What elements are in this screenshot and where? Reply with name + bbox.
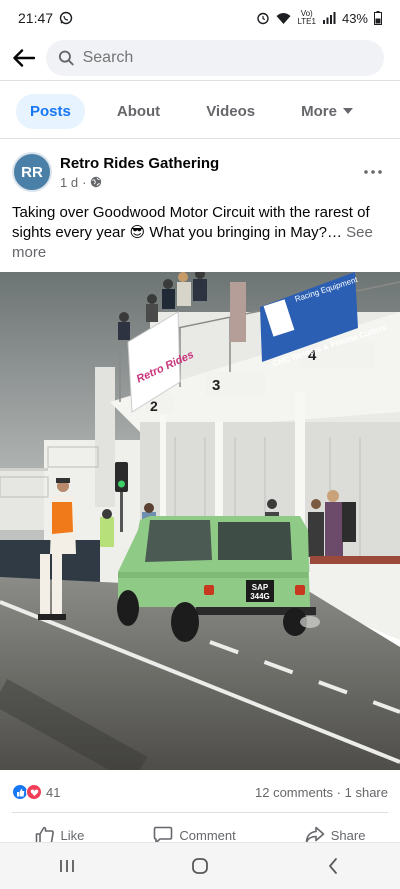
post-caption: Taking over Goodwood Motor Circuit with … xyxy=(12,203,388,263)
status-left: 21:47 xyxy=(18,10,73,26)
post-age[interactable]: 1 d xyxy=(60,175,78,190)
tab-posts[interactable]: Posts xyxy=(16,93,85,129)
post-header: RR Retro Rides Gathering 1 d · xyxy=(0,148,400,196)
avatar-text: RR xyxy=(21,163,43,181)
back-button[interactable] xyxy=(10,44,38,72)
system-nav-bar xyxy=(0,842,400,889)
photo-illustration: 2 3 4 Retro Rides Racing Equipment CNC W… xyxy=(0,272,400,770)
recent-apps-button[interactable] xyxy=(47,846,87,886)
status-time: 21:47 xyxy=(18,10,54,26)
top-bar xyxy=(0,36,400,80)
share-label: Share xyxy=(330,827,366,843)
network-label: Vo) LTE1 xyxy=(297,10,316,26)
post-meta: Retro Rides Gathering 1 d · xyxy=(60,155,358,190)
tab-about-label: About xyxy=(116,102,161,120)
recent-apps-icon xyxy=(59,860,74,872)
reaction-count: 41 xyxy=(46,784,61,800)
caption-text: Taking over Goodwood Motor Circuit with … xyxy=(12,204,370,241)
tab-posts-label: Posts xyxy=(30,102,71,120)
tab-videos[interactable]: Videos xyxy=(192,94,269,129)
status-right: Vo) LTE1 43% xyxy=(256,10,382,26)
post-options-button[interactable] xyxy=(358,157,388,187)
wifi-icon xyxy=(276,12,291,24)
system-back-button[interactable] xyxy=(313,846,353,886)
home-button[interactable] xyxy=(180,846,220,886)
engagement-stats: 12 comments · 1 share xyxy=(255,785,388,800)
reactions-bar: 41 12 comments · 1 share xyxy=(12,780,388,804)
caret-down-icon xyxy=(342,108,353,114)
plate-bottom: 344G xyxy=(250,592,270,601)
tab-about[interactable]: About xyxy=(103,94,174,129)
post-subline: 1 d · xyxy=(60,175,358,190)
back-arrow-icon xyxy=(13,49,35,67)
signal-icon xyxy=(322,12,336,24)
comments-count[interactable]: 12 comments xyxy=(255,785,333,800)
tabs-divider xyxy=(0,138,400,139)
tab-videos-label: Videos xyxy=(206,102,256,120)
battery-icon xyxy=(374,11,382,25)
page-name[interactable]: Retro Rides Gathering xyxy=(60,155,358,172)
header-divider xyxy=(0,80,400,81)
love-reaction-icon xyxy=(26,784,42,800)
dot-separator: · xyxy=(82,174,87,190)
page-tabs: Posts About Videos More xyxy=(0,88,400,134)
status-bar: 21:47 Vo) LTE1 43% xyxy=(0,0,400,36)
comment-label: Comment xyxy=(179,827,236,843)
shares-count[interactable]: 1 share xyxy=(345,785,388,800)
search-input[interactable] xyxy=(82,49,372,67)
pit-number-3: 3 xyxy=(212,377,220,394)
actions-divider xyxy=(12,812,388,813)
like-label: Like xyxy=(60,827,85,843)
search-bar[interactable] xyxy=(46,40,384,76)
globe-icon xyxy=(91,176,102,188)
post-photo[interactable]: 2 3 4 Retro Rides Racing Equipment CNC W… xyxy=(0,272,400,770)
network-bottom: LTE1 xyxy=(297,17,316,26)
more-dots-icon xyxy=(364,170,382,174)
chevron-left-icon xyxy=(329,858,338,874)
page-avatar[interactable]: RR xyxy=(12,152,52,192)
stats-separator: · xyxy=(336,784,345,800)
alarm-icon xyxy=(257,12,270,25)
whatsapp-icon xyxy=(59,11,73,25)
plate-top: SAP xyxy=(252,583,269,592)
tab-more-label: More xyxy=(301,102,337,120)
search-icon xyxy=(58,50,74,66)
reaction-summary[interactable]: 41 xyxy=(12,784,60,800)
battery-percent: 43% xyxy=(341,10,368,26)
tab-more[interactable]: More xyxy=(287,94,367,129)
home-icon xyxy=(192,858,208,874)
